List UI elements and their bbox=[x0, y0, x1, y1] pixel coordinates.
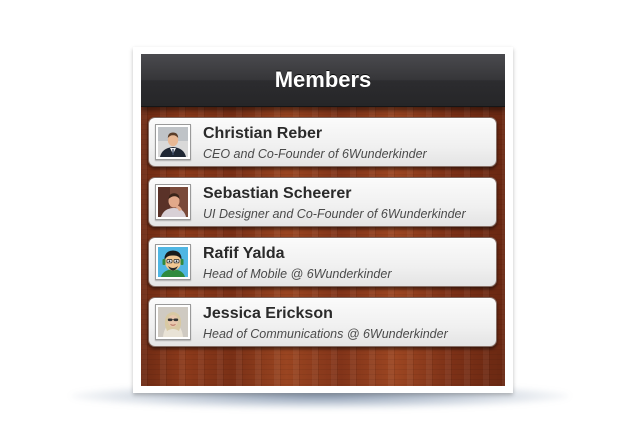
stage: Members Christian Reber CEO and Co-Found… bbox=[0, 0, 640, 442]
members-list: Christian Reber CEO and Co-Founder of 6W… bbox=[148, 117, 499, 357]
member-name: Christian Reber bbox=[203, 125, 323, 142]
avatar-image bbox=[158, 127, 188, 157]
member-card-rafif-yalda[interactable]: Rafif Yalda Head of Mobile @ 6Wunderkind… bbox=[148, 237, 497, 287]
member-role: CEO and Co-Founder of 6Wunderkinder bbox=[203, 147, 427, 161]
avatar-image bbox=[158, 247, 188, 277]
person-photo-icon bbox=[155, 304, 191, 340]
member-name: Sebastian Scheerer bbox=[203, 185, 352, 202]
person-photo-icon bbox=[155, 184, 191, 220]
members-panel: Members Christian Reber CEO and Co-Found… bbox=[141, 54, 505, 386]
person-photo-icon bbox=[155, 124, 191, 160]
avatar-image bbox=[158, 307, 188, 337]
member-role: Head of Mobile @ 6Wunderkinder bbox=[203, 267, 392, 281]
member-name: Jessica Erickson bbox=[203, 305, 333, 322]
member-role: Head of Communications @ 6Wunderkinder bbox=[203, 327, 448, 341]
page-title: Members bbox=[274, 67, 372, 92]
member-card-christian-reber[interactable]: Christian Reber CEO and Co-Founder of 6W… bbox=[148, 117, 497, 167]
title-bar: Members bbox=[141, 54, 505, 107]
member-role: UI Designer and Co-Founder of 6Wunderkin… bbox=[203, 207, 466, 221]
member-card-sebastian-scheerer[interactable]: Sebastian Scheerer UI Designer and Co-Fo… bbox=[148, 177, 497, 227]
cartoon-avatar-icon bbox=[155, 244, 191, 280]
member-name: Rafif Yalda bbox=[203, 245, 285, 262]
member-card-jessica-erickson[interactable]: Jessica Erickson Head of Communications … bbox=[148, 297, 497, 347]
avatar-image bbox=[158, 187, 188, 217]
